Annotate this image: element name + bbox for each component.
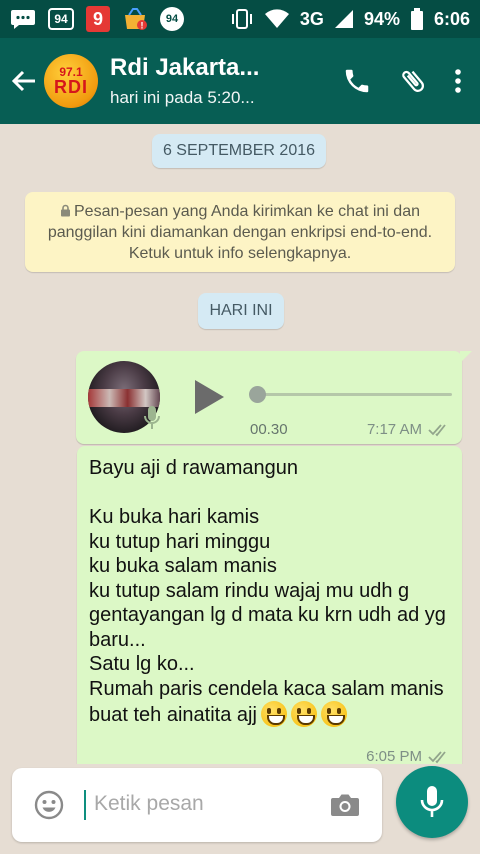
- contact-info[interactable]: Rdi Jakarta... hari ini pada 5:20...: [110, 54, 342, 108]
- emoji-icon: [34, 790, 64, 820]
- paperclip-icon: [402, 70, 425, 92]
- contact-avatar[interactable]: 97.1 RDI: [44, 54, 98, 108]
- grinning-emoji-icon: [260, 701, 287, 727]
- message-time: 6:05 PM: [366, 748, 422, 764]
- date-separator: 6 SEPTEMBER 2016: [152, 134, 326, 168]
- mic-icon: [144, 405, 160, 436]
- avatar-brand: RDI: [54, 77, 88, 97]
- text-message-meta: 6:05 PM: [366, 748, 450, 764]
- grinning-emoji-icon: [320, 701, 347, 727]
- contact-name: Rdi Jakarta...: [110, 54, 260, 81]
- voice-record-button[interactable]: [396, 766, 468, 838]
- app-notification-icon: 9: [86, 6, 110, 32]
- play-button[interactable]: [192, 378, 226, 421]
- chat-area[interactable]: 6 SEPTEMBER 2016 Pesan-pesan yang Anda k…: [0, 124, 480, 764]
- voice-message-meta: 7:17 AM: [367, 421, 450, 438]
- back-button[interactable]: [4, 69, 44, 93]
- vibrate-icon: [230, 8, 254, 30]
- svg-text:!: !: [141, 21, 144, 31]
- chat-notification-icon: [10, 8, 36, 30]
- message-input[interactable]: Ketik pesan: [94, 792, 204, 816]
- grinning-emoji-icon: [290, 701, 317, 727]
- phone-icon: [345, 69, 369, 93]
- circle-notification-icon: 94: [160, 7, 184, 31]
- network-type: 3G: [299, 8, 324, 29]
- message-text: Bayu aji d rawamangun Ku buka hari kamis…: [89, 457, 446, 726]
- battery-percent: 94%: [363, 8, 400, 29]
- signal-icon: [334, 9, 354, 29]
- message-time: 7:17 AM: [366, 421, 422, 438]
- message-composer[interactable]: Ketik pesan: [12, 768, 382, 842]
- today-separator: HARI INI: [198, 293, 284, 329]
- more-options-button[interactable]: [454, 68, 462, 94]
- last-seen: hari ini pada 5:20...: [110, 88, 255, 107]
- attach-button[interactable]: [398, 66, 428, 96]
- camera-icon: [331, 794, 359, 816]
- camera-button[interactable]: [330, 792, 360, 823]
- battery-icon: [410, 8, 424, 30]
- back-arrow-icon: [11, 70, 35, 92]
- encryption-notice-text: Pesan-pesan yang Anda kirimkan ke chat i…: [47, 203, 433, 262]
- radio-notification-icon: 94: [48, 8, 74, 30]
- audio-seek-thumb[interactable]: [249, 386, 266, 403]
- update-notification-icon: !: [122, 7, 148, 31]
- more-vert-icon: [455, 69, 461, 93]
- mic-icon: [420, 786, 444, 817]
- clock: 6:06: [433, 8, 470, 29]
- message-body: Bayu aji d rawamangun Ku buka hari kamis…: [89, 456, 449, 728]
- wifi-icon: [264, 9, 290, 29]
- text-cursor: [84, 790, 86, 820]
- audio-seek-track[interactable]: [250, 393, 452, 396]
- voice-message-bubble[interactable]: 00.30 7:17 AM: [76, 351, 472, 444]
- emoji-button[interactable]: [34, 790, 64, 825]
- double-check-icon: [428, 750, 446, 763]
- status-bar: 94 9 ! 94 3G 94% 6:06: [0, 0, 480, 38]
- encryption-notice[interactable]: Pesan-pesan yang Anda kirimkan ke chat i…: [25, 192, 455, 272]
- call-button[interactable]: [342, 66, 372, 96]
- chat-header: 97.1 RDI Rdi Jakarta... hari ini pada 5:…: [0, 38, 480, 124]
- double-check-icon: [428, 423, 446, 436]
- text-message-bubble[interactable]: Bayu aji d rawamangun Ku buka hari kamis…: [77, 446, 462, 764]
- audio-duration: 00.30: [250, 421, 288, 438]
- lock-icon: [61, 204, 70, 217]
- play-icon: [195, 380, 224, 414]
